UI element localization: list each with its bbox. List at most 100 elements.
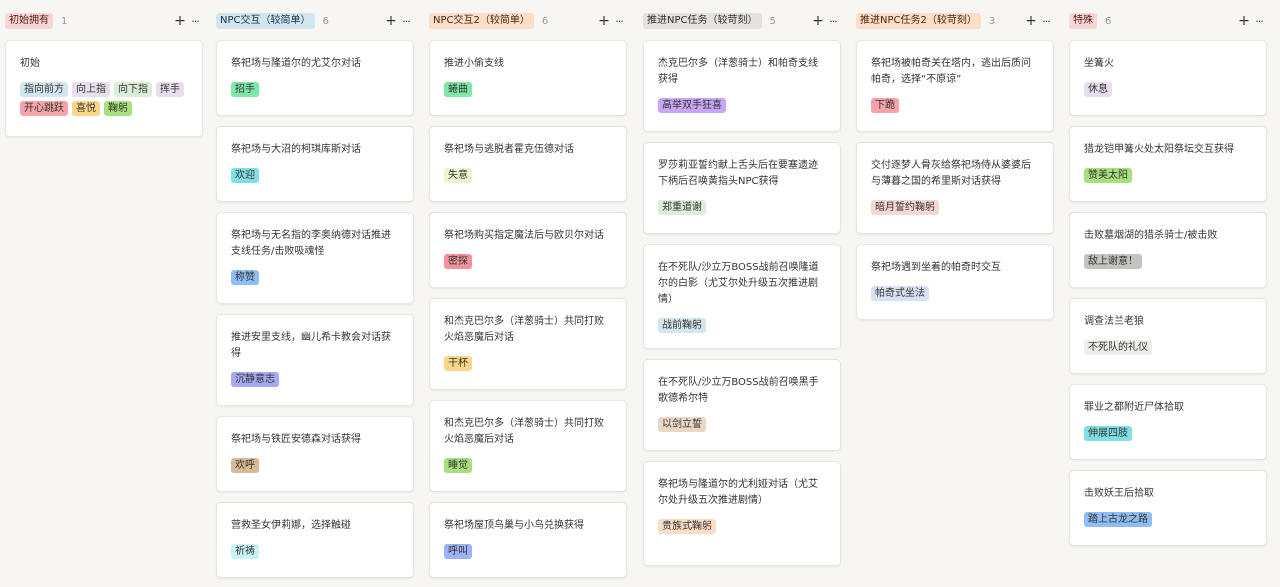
board-card[interactable]: 击败墓烟湖的猎杀骑士/被击败 敌上谢意！ xyxy=(1069,212,1267,288)
tag: 帕奇式坐法 xyxy=(871,286,929,301)
tag: 高举双手狂喜 xyxy=(658,98,726,113)
board-card[interactable]: 祭祀场与铁匠安德森对话获得 欢呼 xyxy=(216,416,414,492)
card-tags: 伸展四肢 xyxy=(1084,426,1252,445)
column-title[interactable]: 推进NPC任务2（较苛刻） xyxy=(856,13,981,29)
board-card[interactable]: 调查法兰老狼不死队的礼仪 xyxy=(1069,298,1267,374)
board-card[interactable]: 在不死队/沙立万BOSS战前召唤黑手歌德希尔特 以剑立誓 xyxy=(643,359,841,451)
card-tags: 祈祷 xyxy=(231,544,399,563)
tag: 赞美太阳 xyxy=(1084,168,1132,183)
tag: 下跪 xyxy=(871,98,899,113)
more-options-icon[interactable]: ··· xyxy=(611,15,627,28)
tag: 称赞 xyxy=(231,270,259,285)
tag: 开心跳跃 xyxy=(20,101,68,116)
tag: 睡觉 xyxy=(444,458,472,473)
card-title: 祭祀场与隆道尔的尤利娅对话（尤艾尔处升级五次推进剧情） xyxy=(658,479,818,506)
more-options-icon[interactable]: ··· xyxy=(825,15,841,28)
tag: 喜悦 xyxy=(72,101,100,116)
column-actions: + ··· xyxy=(811,12,841,30)
add-card-icon[interactable]: + xyxy=(597,13,611,29)
board-card[interactable]: 营救圣女伊莉娜，选择触碰 祈祷 xyxy=(216,502,414,578)
tag: 呼叫 xyxy=(444,544,472,559)
card-title: 罗莎莉亚誓约献上舌头后在要塞遗迹下柄后召唤黄指头NPC获得 xyxy=(658,160,818,187)
board-card[interactable]: 在不死队/沙立万BOSS战前召唤隆道尔的白影（尤艾尔处升级五次推进剧情） 战前鞠躬 xyxy=(643,244,841,349)
board-card[interactable]: 祭祀场被帕奇关在塔内，逃出后质问帕奇，选择“不原谅” 下跪 xyxy=(856,40,1054,132)
add-card-icon[interactable]: + xyxy=(384,13,398,29)
more-options-icon[interactable]: ··· xyxy=(398,15,414,28)
board-card[interactable]: 祭祀场购买指定魔法后与欧贝尔对话 密探 xyxy=(429,212,627,288)
column-actions: + ··· xyxy=(1024,12,1054,30)
add-card-icon[interactable]: + xyxy=(173,13,187,29)
tag: 鞠躬 xyxy=(104,101,132,116)
more-options-icon[interactable]: ··· xyxy=(187,15,203,28)
board-column: 特殊 6 + ··· 坐篝火 休息 猎龙铠甲篝火处太阳祭坛交互获得 赞美太阳 击败墓烟湖的猎杀骑… xyxy=(1069,0,1267,587)
tag: 沉静意志 xyxy=(231,372,279,387)
tag: 招手 xyxy=(231,82,259,97)
column-title[interactable]: 特殊 xyxy=(1069,13,1097,29)
board-card[interactable]: 祭祀场与逃脱者霍克伍德对话 失意 xyxy=(429,126,627,202)
board-card[interactable]: 初始 指向前方 向上指 向下指 挥手 开心跳跃 喜悦 鞠躬 xyxy=(5,40,203,137)
board-card[interactable]: 推进小偷支线 蜷曲 xyxy=(429,40,627,116)
board-card[interactable]: 祭祀场与隆道尔的尤利娅对话（尤艾尔处升级五次推进剧情） 贵族式鞠躬 xyxy=(643,461,841,566)
tag: 欢呼 xyxy=(231,458,259,473)
add-card-icon[interactable]: + xyxy=(811,13,825,29)
board-card[interactable]: 祭祀场与大沼的柯琪库斯对话 欢迎 xyxy=(216,126,414,202)
board-card[interactable]: 祭祀场与无名指的李奥纳德对话推进支线任务/击败吸魂怪 称赞 xyxy=(216,212,414,304)
card-title: 祭祀场被帕奇关在塔内，逃出后质问帕奇，选择“不原谅” xyxy=(871,58,1031,85)
card-tags: 指向前方 向上指 向下指 挥手 开心跳跃 喜悦 鞠躬 xyxy=(20,82,188,120)
card-tags: 敌上谢意！ xyxy=(1084,254,1252,273)
tag: 向下指 xyxy=(114,82,152,97)
tag: 指向前方 xyxy=(20,82,68,97)
card-tags: 暗月誓约鞠躬 xyxy=(871,200,1039,219)
board-card[interactable]: 交付逐梦人骨灰给祭祀场侍从婆婆后与薄暮之国的希里斯对话获得 暗月誓约鞠躬 xyxy=(856,142,1054,234)
board-column: 初始拥有 1 + ··· 初始 指向前方 向上指 向下指 挥手 开心跳跃 喜悦 鞠躬 xyxy=(5,0,203,587)
card-title: 调查法兰老狼 xyxy=(1084,316,1144,327)
tag: 蜷曲 xyxy=(444,82,472,97)
column-title[interactable]: NPC交互（较简单） xyxy=(216,13,315,29)
card-tags: 干杯 xyxy=(444,356,612,375)
column-actions: + ··· xyxy=(173,12,203,30)
more-options-icon[interactable]: ··· xyxy=(1251,15,1267,28)
card-title: 祭祀场与大沼的柯琪库斯对话 xyxy=(231,144,361,155)
tag: 以剑立誓 xyxy=(658,417,706,432)
board-card[interactable]: 推进安里支线，幽儿希卡教会对话获得沉静意志 xyxy=(216,314,414,406)
tag: 不死队的礼仪 xyxy=(1084,340,1152,355)
card-title: 罪业之都附近尸体拾取 xyxy=(1084,402,1184,413)
board-card[interactable]: 祭祀场与隆道尔的尤艾尔对话 招手 xyxy=(216,40,414,116)
add-card-icon[interactable]: + xyxy=(1024,13,1038,29)
board-card[interactable]: 祭祀场遇到坐着的帕奇时交互 帕奇式坐法 xyxy=(856,244,1054,320)
board-card[interactable]: 坐篝火 休息 xyxy=(1069,40,1267,116)
tag: 敌上谢意！ xyxy=(1084,254,1142,269)
card-tags: 高举双手狂喜 xyxy=(658,98,826,117)
column-title[interactable]: 推进NPC任务（较苛刻） xyxy=(643,13,762,29)
tag: 失意 xyxy=(444,168,472,183)
card-tags: 下跪 xyxy=(871,98,1039,117)
card-title: 祭祀场购买指定魔法后与欧贝尔对话 xyxy=(444,230,604,241)
board-column: NPC交互（较简单） 6 + ··· 祭祀场与隆道尔的尤艾尔对话 招手 祭祀场与大沼的柯琪库… xyxy=(216,0,414,587)
kanban-board: 初始拥有 1 + ··· 初始 指向前方 向上指 向下指 挥手 开心跳跃 喜悦 鞠躬 NPC交互（较简单… xyxy=(0,0,1280,587)
board-card[interactable]: 杰克巴尔多（洋葱骑士）和帕奇支线获得 高举双手狂喜 xyxy=(643,40,841,132)
board-card[interactable]: 击败妖王后拾取 踏上古龙之路 xyxy=(1069,470,1267,546)
column-title[interactable]: NPC交互2（较简单） xyxy=(429,13,534,29)
board-card[interactable]: 和杰克巴尔多（洋葱骑士）共同打败火焰恶魔后对话 睡觉 xyxy=(429,400,627,492)
tag: 郑重道谢 xyxy=(658,200,706,215)
column-count: 1 xyxy=(61,15,68,27)
board-card[interactable]: 和杰克巴尔多（洋葱骑士）共同打败火焰恶魔后对话 干杯 xyxy=(429,298,627,390)
add-card-icon[interactable]: + xyxy=(1237,13,1251,29)
column-actions: + ··· xyxy=(1237,12,1267,30)
board-card[interactable]: 罗莎莉亚誓约献上舌头后在要塞遗迹下柄后召唤黄指头NPC获得郑重道谢 xyxy=(643,142,841,234)
card-title: 在不死队/沙立万BOSS战前召唤隆道尔的白影（尤艾尔处升级五次推进剧情） xyxy=(658,262,819,305)
column-count: 6 xyxy=(541,15,549,27)
column-count: 5 xyxy=(769,15,776,27)
card-title: 推进安里支线，幽儿希卡教会对话获得 xyxy=(231,332,391,359)
card-tags: 踏上古龙之路 xyxy=(1084,512,1252,531)
board-card[interactable]: 猎龙铠甲篝火处太阳祭坛交互获得 赞美太阳 xyxy=(1069,126,1267,202)
card-tags: 沉静意志 xyxy=(231,372,399,391)
card-tags: 蜷曲 xyxy=(444,82,612,101)
board-card[interactable]: 罪业之都附近尸体拾取伸展四肢 xyxy=(1069,384,1267,460)
board-card[interactable]: 祭祀场屋顶鸟巢与小鸟兑换获得 呼叫 xyxy=(429,502,627,578)
card-tags: 休息 xyxy=(1084,82,1252,101)
more-options-icon[interactable]: ··· xyxy=(1038,15,1054,28)
column-title[interactable]: 初始拥有 xyxy=(5,13,53,29)
card-tags: 战前鞠躬 xyxy=(658,318,826,337)
tag: 暗月誓约鞠躬 xyxy=(871,200,939,215)
